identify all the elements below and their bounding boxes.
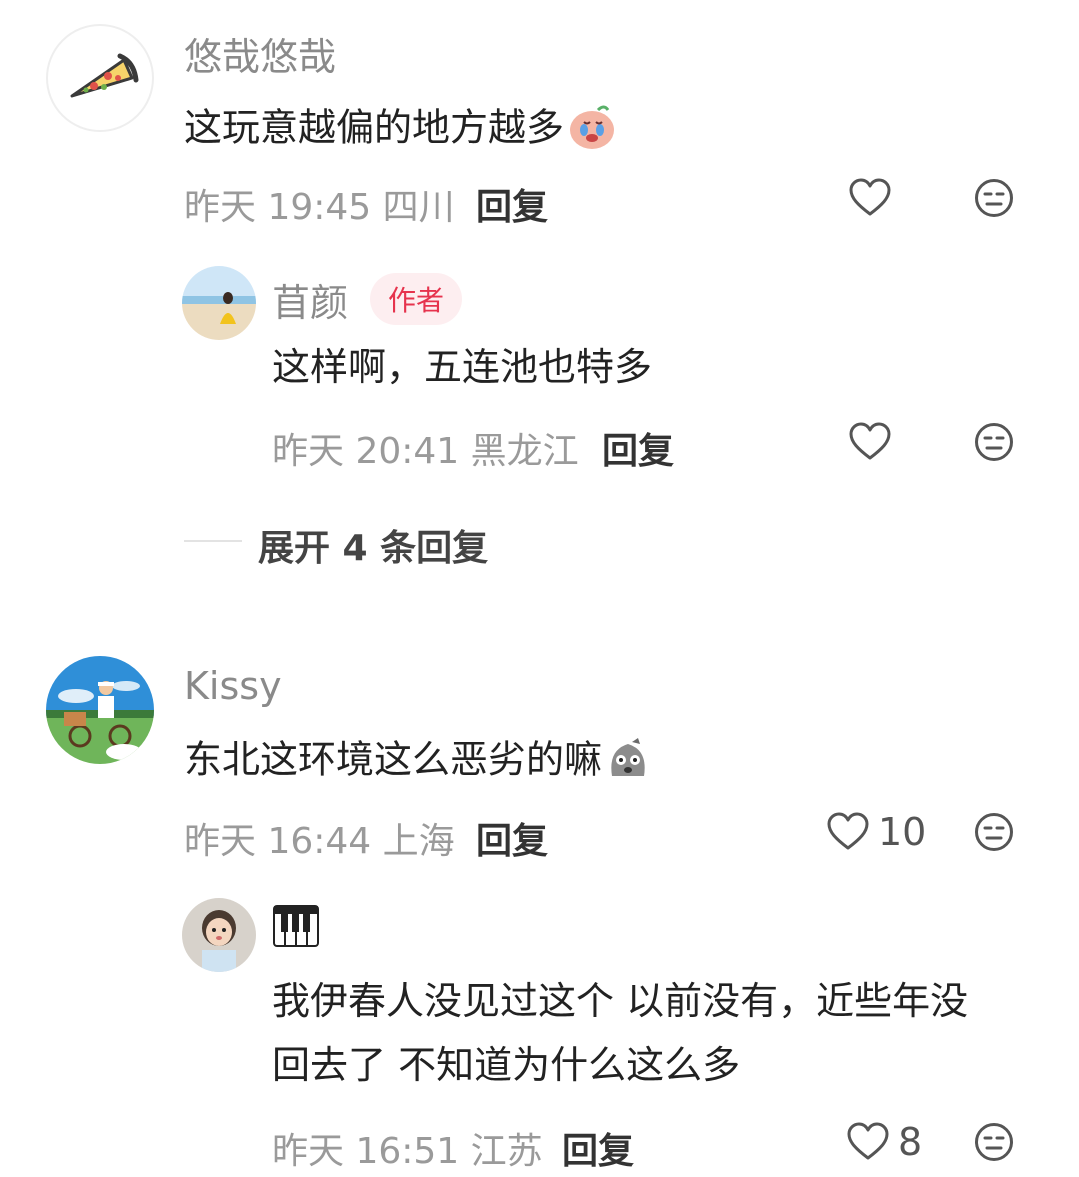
neutral-face-icon xyxy=(975,813,1013,851)
shocked-face-emoji xyxy=(604,736,652,788)
reply-button[interactable]: 回复 xyxy=(602,422,674,474)
expand-divider xyxy=(184,540,242,542)
reply-time-location: 昨天 20:41 黑龙江 xyxy=(272,431,579,472)
heart-icon xyxy=(849,422,891,460)
reply-button[interactable]: 回复 xyxy=(476,812,548,864)
avatar[interactable] xyxy=(182,266,256,340)
piano-icon xyxy=(273,905,319,947)
like-button[interactable]: 10 xyxy=(826,810,926,854)
comment-time-location: 昨天 19:45 四川 xyxy=(184,187,455,228)
like-button[interactable] xyxy=(848,422,892,462)
pizza-icon xyxy=(70,53,139,98)
comment-content: 东北这环境这么恶劣的嘛 xyxy=(184,736,652,788)
expand-replies-button[interactable]: 展开 4 条回复 xyxy=(258,519,488,571)
reply-content-line2: 回去了 不知道为什么这么多 xyxy=(272,1043,741,1087)
heart-icon xyxy=(847,1122,889,1160)
avatar[interactable] xyxy=(46,24,154,132)
comment-username[interactable]: Kissy xyxy=(184,664,282,708)
heart-icon xyxy=(849,178,891,216)
dislike-button[interactable] xyxy=(974,178,1014,222)
neutral-face-icon xyxy=(975,179,1013,217)
avatar[interactable] xyxy=(46,656,154,764)
dislike-button[interactable] xyxy=(974,422,1014,466)
like-button[interactable]: 8 xyxy=(846,1120,922,1164)
comment-username[interactable]: 悠哉悠哉 xyxy=(184,26,336,81)
reply-username[interactable]: 苜颜 xyxy=(272,272,348,327)
crying-face-emoji xyxy=(566,104,616,156)
cyclist-illustration-avatar xyxy=(46,656,154,764)
comment-time-location: 昨天 16:44 上海 xyxy=(184,821,455,862)
like-count: 10 xyxy=(878,810,927,854)
like-button[interactable] xyxy=(848,178,892,218)
reply-content-line1: 我伊春人没见过这个 以前没有，近些年没 xyxy=(272,979,969,1023)
neutral-face-icon xyxy=(975,423,1013,461)
reply-button[interactable]: 回复 xyxy=(476,178,548,230)
comment-content: 这玩意越偏的地方越多 xyxy=(184,104,616,156)
reply-content: 这样啊，五连池也特多 xyxy=(272,345,653,389)
reply-time-location: 昨天 16:51 江苏 xyxy=(272,1131,543,1172)
neutral-face-icon xyxy=(975,1123,1013,1161)
dislike-button[interactable] xyxy=(974,812,1014,856)
dislike-button[interactable] xyxy=(974,1122,1014,1166)
beach-photo-avatar xyxy=(182,266,256,340)
reply-username[interactable]: 🎹 xyxy=(272,902,320,959)
child-photo-avatar xyxy=(182,898,256,972)
heart-icon xyxy=(827,812,869,850)
avatar[interactable] xyxy=(182,898,256,972)
reply-button[interactable]: 回复 xyxy=(562,1122,634,1174)
like-count: 8 xyxy=(898,1120,923,1164)
author-badge: 作者 xyxy=(370,273,463,325)
